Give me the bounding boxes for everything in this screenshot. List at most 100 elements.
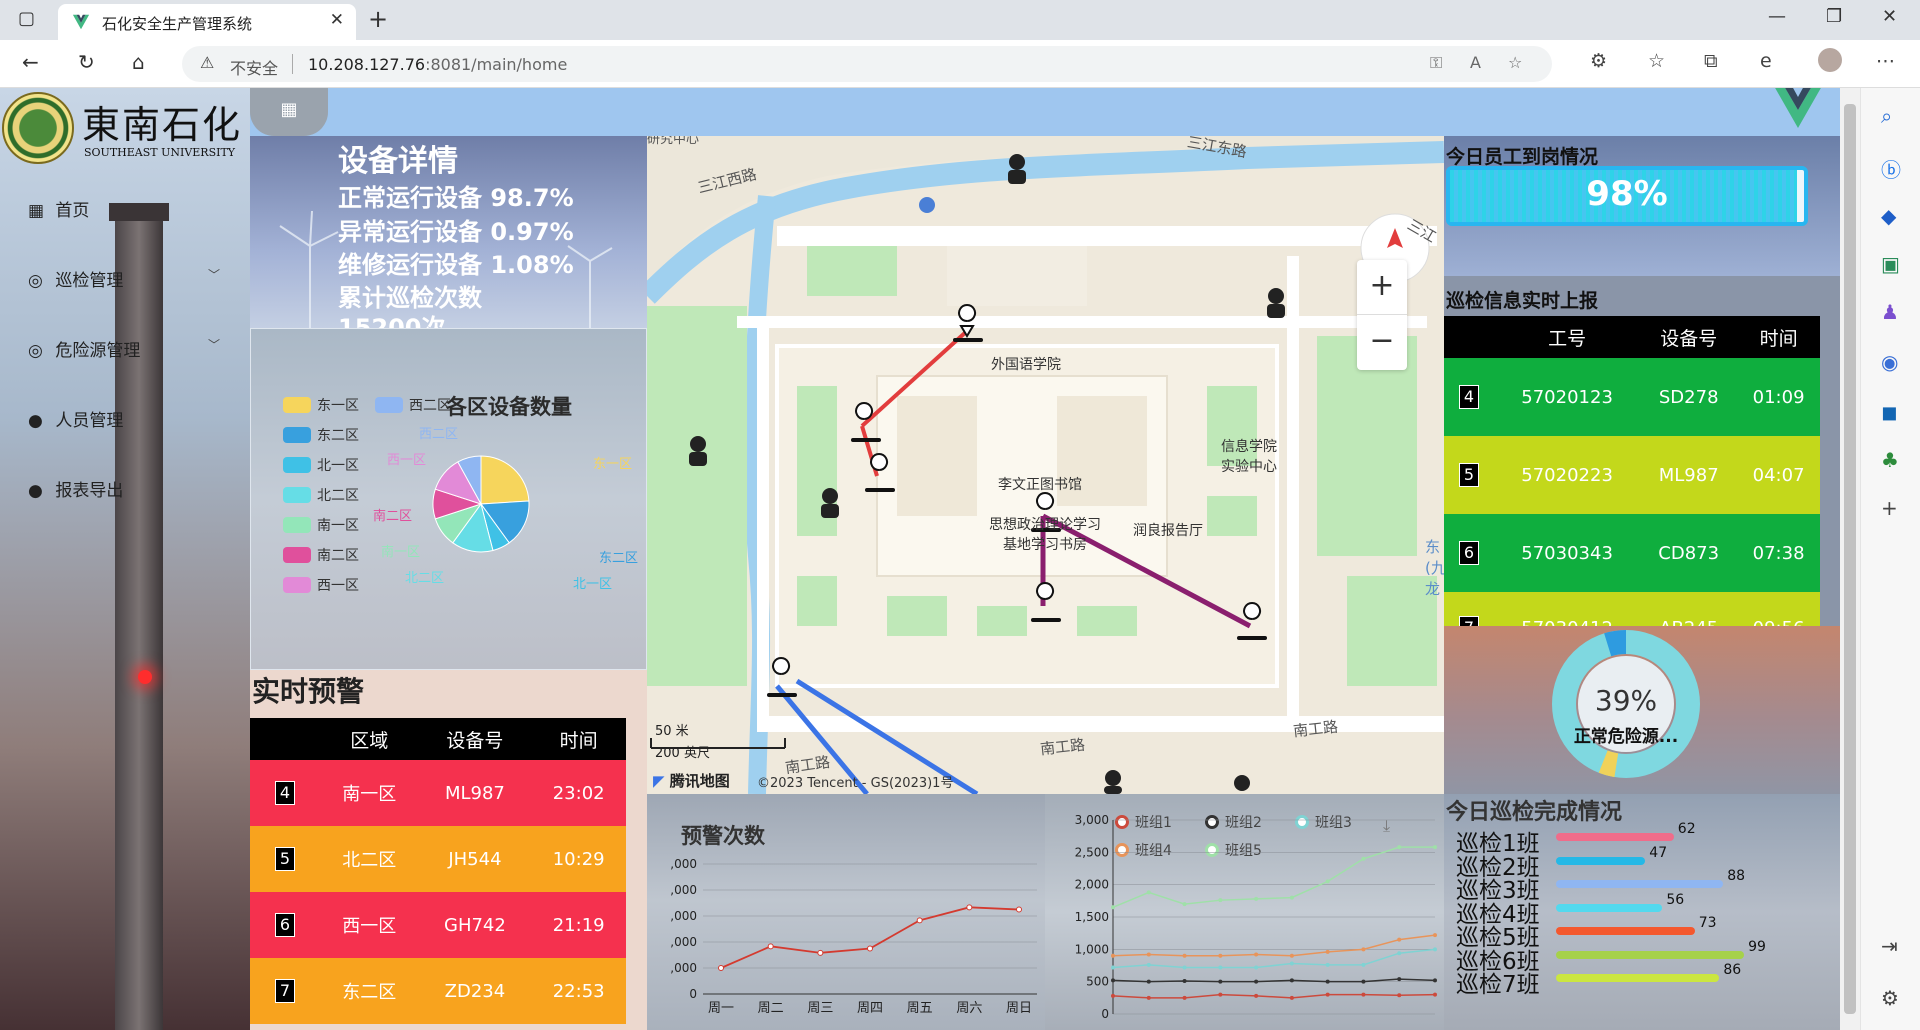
sidebar-collapse-icon[interactable]: ⇥ [1881,934,1898,958]
table-row[interactable]: 6 57030343 CD873 07:38 [1444,514,1820,592]
copilot-icon[interactable]: ◉ [1881,350,1898,374]
compass-icon[interactable] [1361,212,1429,280]
warning-header-device: 设备号 [418,718,532,760]
team-line-chart: 0 500 1,000 1,500 2,000 2,500 3,000 [1075,813,1437,1021]
edge-icon[interactable]: e [1760,50,1772,72]
data-point [1325,992,1330,997]
sidebar-item-staff[interactable]: ● 人员管理 [28,406,123,431]
back-icon[interactable]: ← [22,50,39,74]
chimney-image [109,203,169,1030]
scale-meters: 50 米 [655,724,689,739]
warning-header-area: 区域 [320,718,419,760]
poi-east: 东 (九龙 [1425,538,1444,598]
brand-subtitle: SOUTHEAST UNIVERSITY [84,146,236,159]
completion-value: 47 [1649,844,1668,861]
home-icon[interactable]: ⌂ [132,50,145,74]
data-point [1325,962,1330,967]
read-aloud-icon[interactable]: A [1470,53,1481,72]
campus-map[interactable]: 三江西路 三江东路 三江 研究中心 南工路 南工路 南工路 外国语学院 李文正图… [647,136,1444,794]
table-row[interactable]: 6 西一区 GH742 21:19 [250,892,626,958]
completion-bar [1556,856,1646,865]
extensions-icon[interactable]: ⚙ [1590,50,1607,72]
completion-value: 88 [1727,868,1746,884]
data-point [1111,978,1115,983]
poi-info-school[interactable]: 信息学院 实验中心 [1221,436,1277,476]
data-point [1111,953,1115,958]
tab-actions-icon[interactable]: ▢ [18,8,35,29]
collections-icon[interactable]: ⧉ [1704,50,1718,72]
series-line [1112,993,1436,999]
address-bar[interactable]: ⚠ 不安全 10.208.127.76:8081/main/home ⚿ A ☆ [182,46,1552,82]
data-point [817,949,824,956]
warning-table: 区域 设备号 时间 4 南一区 ML987 23:02 5 北二区 JH544 10:29 … [250,718,626,1024]
tag-icon[interactable]: ◆ [1881,204,1896,228]
donut-segment [1604,630,1627,657]
menu-toggle-button[interactable]: ▦ [250,88,328,136]
data-point [1182,965,1187,970]
brand-name: 東南石化 [82,103,243,147]
data-point [1433,933,1437,938]
table-row[interactable]: 5 北二区 JH544 10:29 [250,826,626,892]
tree-icon[interactable]: ♣ [1881,448,1899,472]
minimize-icon[interactable]: — [1768,6,1786,27]
hazard-percent: 39% [1594,684,1658,717]
url-text: 10.208.127.76:8081/main/home [308,55,568,74]
data-point [1182,979,1187,984]
app-sidebar: 東南石化 SOUTHEAST UNIVERSITY ▦ 首页 ◎ 巡检管理 ﹀ ◎… [0,88,250,1030]
equipment-panel: 设备详情 正常运行设备 98.7% 异常运行设备 0.97% 维修运行设备 1.… [250,136,647,328]
completion-value: 56 [1666,891,1685,908]
sidebar-item-hazard[interactable]: ◎ 危险源管理 ﹀ [28,336,220,361]
sidebar-item-home[interactable]: ▦ 首页 [28,196,89,221]
profile-avatar[interactable] [1818,48,1842,72]
sidebar-item-report[interactable]: ● 报表导出 [28,476,123,501]
data-point [1397,937,1402,942]
table-row[interactable]: 4 南一区 ML987 23:02 [250,760,626,826]
data-point [1146,962,1151,967]
zoom-out-button[interactable]: − [1357,315,1407,370]
completion-bar [1556,927,1695,935]
sidebar-item-patrol[interactable]: ◎ 巡检管理 ﹀ [28,266,220,291]
table-row[interactable]: 4 57020123 SD278 01:09 [1444,358,1820,436]
table-row[interactable]: 5 57020223 ML987 04:07 [1444,436,1820,514]
patrol-header-id: 工号 [1494,316,1641,358]
y-tick-label: 3,000 [1075,813,1109,827]
restore-icon[interactable]: ❐ [1826,6,1842,27]
outlook-icon[interactable]: ◼ [1881,400,1898,424]
data-point [1182,995,1187,1000]
more-icon[interactable]: ⋯ [1876,50,1895,72]
browser-tab[interactable]: 石化安全生产管理系统 ✕ [58,4,356,40]
new-tab-button[interactable]: + [368,5,388,33]
add-icon[interactable]: + [1881,496,1898,520]
games-icon[interactable]: ♟ [1881,300,1899,324]
favorite-add-icon[interactable]: ☆ [1508,53,1522,72]
settings-icon[interactable]: ⚙ [1881,986,1899,1010]
completion-row-label: 巡检7班 [1456,972,1540,998]
poi-hall[interactable]: 润良报告厅 [1133,520,1203,540]
hazard-label: 正常危险源... [1573,727,1679,747]
poi-foreign-languages[interactable]: 外国语学院 [991,354,1061,374]
chevron-down-icon: ﹀ [208,338,221,352]
table-row[interactable]: 7 东二区 ZD234 22:53 [250,958,626,1024]
data-point [1218,965,1223,970]
favorites-icon[interactable]: ☆ [1648,50,1665,72]
poi-study-base[interactable]: 思想政治理论学习 基地学习书房 [989,514,1101,554]
data-point [1218,898,1223,903]
zone-pie-panel: 各区设备数量 东一区 西二区 东二区 北一区 北二区 南一区 南二区 西一区 东… [250,328,647,670]
data-point [1182,953,1187,958]
search-icon[interactable]: ⌕ [1881,104,1892,128]
bing-icon[interactable]: ⓑ [1881,154,1901,183]
warning-icon[interactable]: ⚠ [200,53,214,72]
close-window-icon[interactable]: ✕ [1882,6,1897,27]
tools-icon[interactable]: ▣ [1881,252,1900,276]
close-tab-icon[interactable]: ✕ [330,10,344,30]
patrol-table: 工号 设备号 时间 4 57020123 SD278 01:09 5 57020223 M… [1444,316,1820,664]
key-icon[interactable]: ⚿ [1430,53,1442,73]
pie-slice [480,455,530,505]
completion-bar [1556,974,1720,982]
data-point [1433,845,1437,850]
attendance-value: 98% [1586,174,1668,214]
scale-feet: 200 英尺 [655,746,710,761]
poi-library[interactable]: 李文正图书馆 [998,474,1082,494]
page-scrollbar[interactable] [1840,88,1860,1030]
refresh-icon[interactable]: ↻ [78,50,95,74]
